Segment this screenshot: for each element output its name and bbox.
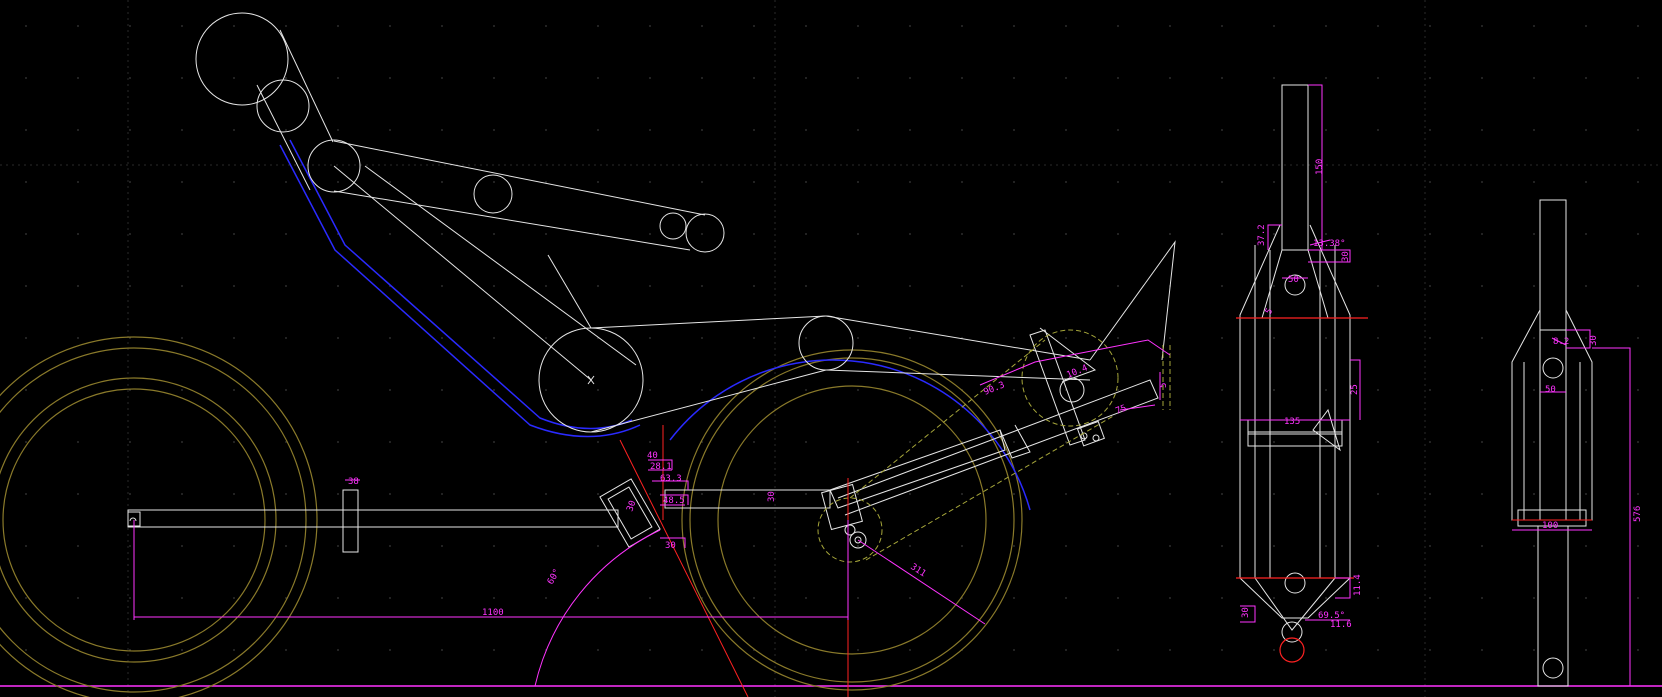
rv-dim-angle: 13.38°: [1313, 239, 1346, 249]
sv-dim-total-height: 576: [1633, 506, 1643, 522]
rv-dim-side-height: 25: [1350, 384, 1360, 395]
dim-bb-f: 30: [665, 541, 676, 551]
sv-dim-top-b: 8.2: [1553, 337, 1569, 347]
dim-bb-c: 63.3: [660, 474, 682, 484]
dim-tail-d: 5: [1159, 383, 1169, 388]
rv-dim-center-width: 135: [1284, 417, 1300, 427]
rv-dim-lower-c: 11.6: [1330, 620, 1352, 630]
sv-dim-top-a: 30: [1589, 335, 1599, 346]
rv-dim-lower-a: 30: [1241, 607, 1251, 618]
sv-dim-mid-width: 50: [1545, 385, 1556, 395]
rv-dim-lower-b: 11.4: [1353, 574, 1363, 596]
rv-dim-upper-tube: 150: [1315, 159, 1325, 175]
sv-dim-bottom-width: 100: [1542, 521, 1558, 531]
dim-bb-d: 48.5: [663, 496, 685, 506]
rv-dim-small-a: 50: [1288, 275, 1299, 285]
dim-wheelbase: 1100: [482, 608, 504, 618]
rv-dim-tube-height: 37.2: [1257, 224, 1267, 246]
dim-chainstay-tube: 30: [767, 491, 777, 502]
rv-dim-stem: 30: [1341, 251, 1351, 262]
cad-drawing: 1100 38 40 28.1 63.3 48.5 30 30 30 60° 3…: [0, 0, 1662, 697]
cad-drawing-canvas[interactable]: 1100 38 40 28.1 63.3 48.5 30 30 30 60° 3…: [0, 0, 1662, 697]
dim-bb-a: 40: [647, 451, 658, 461]
dim-boom-height: 38: [348, 477, 359, 487]
rv-dim-lower-angle: 69.5°: [1318, 611, 1345, 621]
dim-bb-b: 28.1: [650, 462, 672, 472]
